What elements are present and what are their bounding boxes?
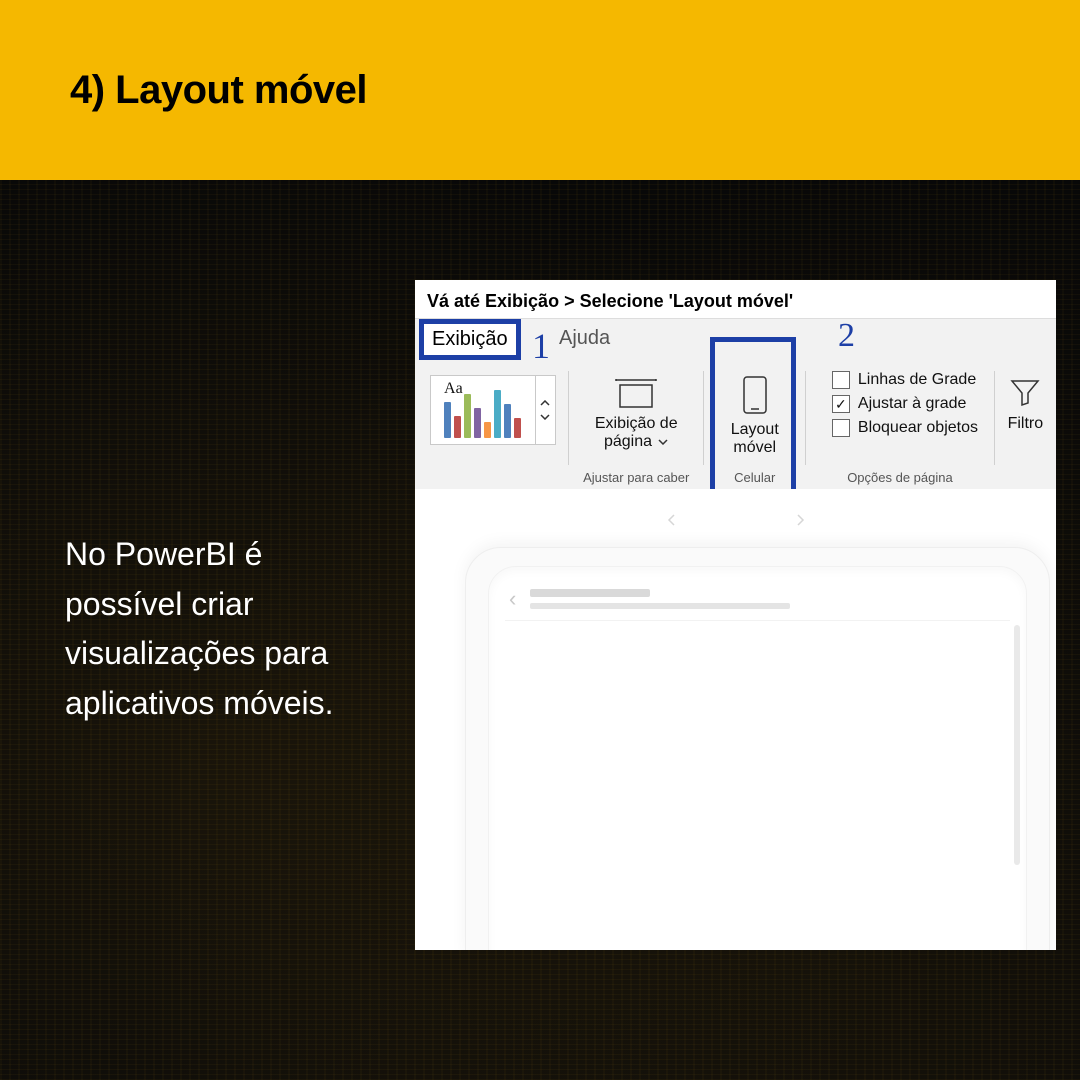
funnel-icon bbox=[1008, 375, 1042, 409]
ribbon-group-page-view: Exibição de página Ajustar para caber bbox=[569, 365, 703, 489]
ribbon-group-themes: Aa bbox=[415, 365, 568, 489]
header-placeholder-lines bbox=[530, 589, 790, 609]
ribbon-group-mobile: Layout móvel Celular bbox=[704, 365, 805, 489]
chevron-up-icon bbox=[540, 400, 550, 406]
theme-dropdown-button[interactable] bbox=[536, 375, 556, 445]
side-description: No PowerBI é possível criar visualizaçõe… bbox=[65, 530, 385, 728]
chevron-down-icon bbox=[540, 414, 550, 420]
chevron-left-icon bbox=[666, 513, 676, 527]
ribbon-group-page-options: Linhas de Grade ✓ Ajustar à grade Bloquear … bbox=[806, 365, 994, 489]
page-view-button[interactable]: Exibição de página bbox=[576, 371, 696, 452]
powerbi-screenshot: Vá até Exibição > Selecione 'Layout móve… bbox=[415, 280, 1056, 950]
checkbox-icon bbox=[832, 419, 850, 437]
page-view-icon bbox=[614, 377, 658, 411]
page-title: 4) Layout móvel bbox=[70, 68, 367, 113]
theme-preview-card[interactable]: Aa bbox=[430, 375, 536, 445]
tablet-screen: ‹ bbox=[488, 566, 1027, 950]
mobile-canvas-area: ‹ bbox=[415, 489, 1056, 950]
pagination-dots bbox=[415, 489, 1056, 527]
ribbon-group-filters: Filtro bbox=[995, 365, 1056, 489]
ribbon-body: Aa bbox=[415, 363, 1056, 489]
mobile-preview-header: ‹ bbox=[505, 577, 1010, 621]
instruction-text: Vá até Exibição > Selecione 'Layout móve… bbox=[415, 280, 1056, 318]
tab-ajuda[interactable]: Ajuda bbox=[559, 327, 610, 350]
theme-sample-text: Aa bbox=[444, 380, 463, 398]
chevron-right-icon bbox=[796, 513, 806, 527]
page-option-label: Bloquear objetos bbox=[858, 419, 978, 437]
page-option-0[interactable]: Linhas de Grade bbox=[832, 371, 978, 389]
mobile-layout-button[interactable]: Layout móvel bbox=[731, 365, 779, 458]
back-chevron-icon[interactable]: ‹ bbox=[509, 586, 516, 612]
mobile-layout-label: Layout móvel bbox=[731, 421, 779, 458]
page-option-label: Linhas de Grade bbox=[858, 371, 976, 389]
page-view-group-label: Ajustar para caber bbox=[569, 470, 703, 485]
step-marker-1: 1 bbox=[532, 325, 550, 367]
tablet-frame: ‹ bbox=[465, 547, 1050, 950]
page-option-2[interactable]: Bloquear objetos bbox=[832, 419, 978, 437]
mobile-phone-icon bbox=[742, 375, 768, 415]
step-marker-2: 2 bbox=[838, 317, 855, 355]
page-view-label: Exibição de página bbox=[595, 415, 678, 452]
filters-button[interactable]: Filtro bbox=[1008, 375, 1044, 433]
tab-exibicao[interactable]: Exibição bbox=[419, 319, 521, 360]
chevron-down-icon bbox=[658, 439, 668, 445]
checkbox-icon: ✓ bbox=[832, 395, 850, 413]
page-option-label: Ajustar à grade bbox=[858, 395, 967, 413]
preview-scrollbar[interactable] bbox=[1014, 625, 1020, 865]
page-header: 4) Layout móvel bbox=[0, 0, 1080, 180]
filters-label: Filtro bbox=[1008, 415, 1044, 433]
ribbon: Exibição 1 Ajuda 2 Aa bbox=[415, 318, 1056, 489]
mobile-group-label: Celular bbox=[704, 470, 805, 485]
page-options-group-label: Opções de página bbox=[806, 470, 994, 485]
checkbox-icon bbox=[832, 371, 850, 389]
ribbon-tabs: Exibição 1 Ajuda 2 bbox=[415, 319, 1056, 363]
page-option-1[interactable]: ✓ Ajustar à grade bbox=[832, 395, 978, 413]
